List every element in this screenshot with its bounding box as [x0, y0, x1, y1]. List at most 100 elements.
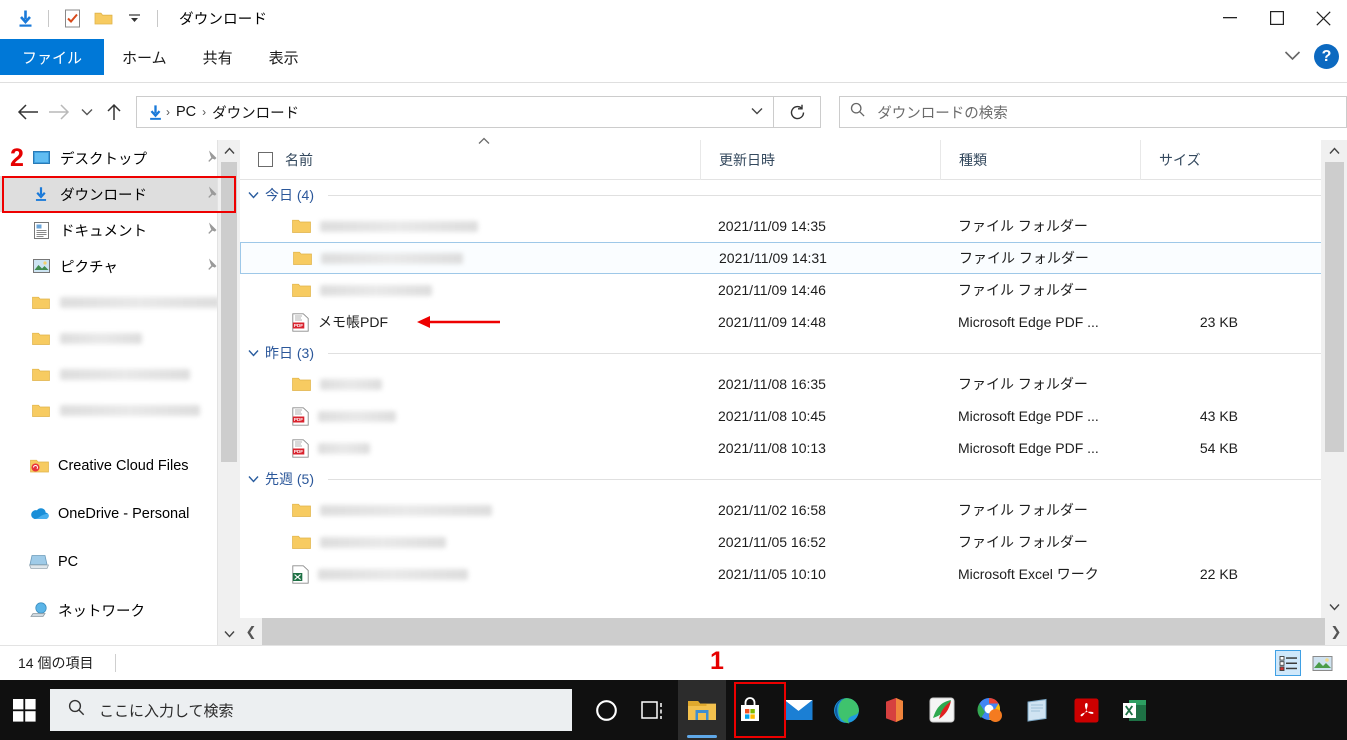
- pin-icon[interactable]: [204, 257, 218, 275]
- search-box[interactable]: ダウンロードの検索: [839, 96, 1347, 128]
- column-header-size[interactable]: サイズ: [1140, 139, 1280, 180]
- sidebar-item-label: ピクチャ: [60, 259, 118, 276]
- tab-home[interactable]: ホーム: [104, 40, 185, 75]
- sidebar-item-pc[interactable]: PC: [0, 538, 240, 586]
- sidebar-item-ネットワーク[interactable]: ネットワーク: [0, 586, 240, 634]
- file-explorer-icon[interactable]: [678, 680, 726, 740]
- nav-scrollbar[interactable]: [218, 140, 240, 645]
- creative-cloud-icon: [28, 456, 50, 476]
- pdf-icon: PDF: [292, 438, 309, 458]
- nav-scroll-thumb[interactable]: [221, 162, 237, 462]
- nav-scroll-up-icon[interactable]: [218, 140, 240, 162]
- cortana-icon[interactable]: [582, 680, 630, 740]
- sidebar-item-blurred-4[interactable]: [0, 284, 240, 320]
- table-row[interactable]: 2021/11/09 14:46 ファイル フォルダー: [240, 274, 1347, 306]
- mail-icon[interactable]: [774, 680, 822, 740]
- address-dropdown-icon[interactable]: [751, 105, 767, 119]
- sidebar-item-label: Creative Cloud Files: [58, 458, 189, 474]
- google-chrome-icon[interactable]: [966, 680, 1014, 740]
- tab-view[interactable]: 表示: [251, 40, 317, 75]
- column-header-name[interactable]: 名前: [240, 137, 700, 180]
- sidebar-item-creative-cloud-files[interactable]: Creative Cloud Files: [0, 442, 240, 490]
- forward-button[interactable]: [43, 96, 74, 128]
- microsoft-edge-icon[interactable]: [822, 680, 870, 740]
- cell-size: [1140, 368, 1280, 400]
- hscroll-right-icon[interactable]: ❯: [1325, 618, 1347, 645]
- file-name-redacted: [321, 252, 463, 264]
- file-list-hscrollbar[interactable]: ❮ ❯: [240, 618, 1347, 645]
- microsoft-store-icon[interactable]: [726, 680, 774, 740]
- taskbar-search-box[interactable]: ここに入力して検索: [50, 689, 572, 731]
- details-view-icon[interactable]: [1275, 650, 1301, 676]
- adobe-acrobat-icon[interactable]: [1062, 680, 1110, 740]
- sticky-notes-icon[interactable]: [1014, 680, 1062, 740]
- table-row[interactable]: PDF 2021/11/08 10:45 Microsoft Edge PDF ..…: [240, 400, 1347, 432]
- chevron-down-icon[interactable]: [248, 346, 259, 360]
- new-folder-icon[interactable]: [92, 7, 114, 29]
- refresh-button[interactable]: [774, 96, 822, 128]
- breadcrumb-pc[interactable]: PC: [172, 104, 200, 120]
- colorful-app-icon[interactable]: [918, 680, 966, 740]
- file-list-scrollbar[interactable]: [1321, 140, 1347, 618]
- hscroll-thumb[interactable]: [262, 618, 1325, 645]
- folder-icon: [292, 502, 311, 518]
- group-header[interactable]: 今日 (4): [240, 180, 1347, 210]
- microsoft-excel-icon[interactable]: [1110, 680, 1158, 740]
- sidebar-item-ピクチャ[interactable]: ピクチャ: [0, 248, 240, 284]
- folder-icon: [30, 364, 52, 384]
- download-arrow-icon[interactable]: [14, 7, 36, 29]
- column-header-date[interactable]: 更新日時: [700, 139, 940, 180]
- maximize-button[interactable]: [1253, 0, 1300, 36]
- checkbox-properties-icon[interactable]: [61, 7, 83, 29]
- tab-share[interactable]: 共有: [185, 40, 251, 75]
- sidebar-item-blurred-6[interactable]: [0, 356, 240, 392]
- list-scroll-down-icon[interactable]: [1321, 596, 1347, 618]
- table-row[interactable]: 2021/11/09 14:35 ファイル フォルダー: [240, 210, 1347, 242]
- sidebar-item-onedrive---personal[interactable]: OneDrive - Personal: [0, 490, 240, 538]
- sidebar-item-ドキュメント[interactable]: ドキュメント: [0, 212, 240, 248]
- recent-locations-button[interactable]: [75, 96, 99, 128]
- nav-scroll-down-icon[interactable]: [218, 623, 240, 645]
- pin-icon[interactable]: [204, 185, 218, 203]
- select-all-checkbox[interactable]: [258, 152, 273, 167]
- back-button[interactable]: [12, 96, 43, 128]
- group-header[interactable]: 昨日 (3): [240, 338, 1347, 368]
- active-indicator: [687, 735, 717, 738]
- table-row[interactable]: 2021/11/08 16:35 ファイル フォルダー: [240, 368, 1347, 400]
- table-row[interactable]: PDF 2021/11/08 10:13 Microsoft Edge PDF ..…: [240, 432, 1347, 464]
- hscroll-left-icon[interactable]: ❮: [240, 618, 262, 645]
- table-row[interactable]: 2021/11/05 10:10 Microsoft Excel ワーク 22 KB: [240, 558, 1347, 590]
- cell-type: ファイル フォルダー: [958, 218, 1088, 234]
- pin-icon[interactable]: [204, 221, 218, 239]
- group-header[interactable]: 先週 (5): [240, 464, 1347, 494]
- table-row[interactable]: 2021/11/09 14:31 ファイル フォルダー: [240, 242, 1347, 274]
- sidebar-item-blurred-7[interactable]: [0, 392, 240, 428]
- table-row[interactable]: 2021/11/05 16:52 ファイル フォルダー: [240, 526, 1347, 558]
- tab-file[interactable]: ファイル: [0, 39, 105, 75]
- pin-icon[interactable]: [204, 149, 218, 167]
- large-icons-view-icon[interactable]: [1309, 650, 1335, 676]
- chevron-down-icon[interactable]: [248, 472, 259, 486]
- list-scroll-thumb[interactable]: [1325, 162, 1344, 452]
- breadcrumb-downloads[interactable]: ダウンロード: [208, 102, 303, 123]
- minimize-button[interactable]: [1206, 0, 1253, 36]
- table-row[interactable]: 2021/11/02 16:58 ファイル フォルダー: [240, 494, 1347, 526]
- pdf-icon: PDF: [292, 312, 309, 332]
- help-button[interactable]: ?: [1314, 44, 1339, 69]
- column-header-type[interactable]: 種類: [940, 139, 1140, 180]
- close-button[interactable]: [1300, 0, 1347, 36]
- chevron-down-icon[interactable]: [1284, 48, 1301, 66]
- breadcrumb-download-icon: [143, 104, 164, 121]
- windows-start-icon[interactable]: [0, 680, 48, 740]
- list-scroll-up-icon[interactable]: [1321, 140, 1347, 162]
- customize-dropdown-icon[interactable]: [123, 7, 145, 29]
- task-view-icon[interactable]: [630, 680, 678, 740]
- chevron-down-icon[interactable]: [248, 188, 259, 202]
- table-row[interactable]: PDF メモ帳PDF 2021/11/09 14:48 Microsoft Edge …: [240, 306, 1347, 338]
- sidebar-item-blurred-5[interactable]: [0, 320, 240, 356]
- address-breadcrumb-box[interactable]: › PC › ダウンロード: [136, 96, 774, 128]
- sidebar-item-ダウンロード[interactable]: ダウンロード: [0, 176, 240, 212]
- sidebar-item-デスクトップ[interactable]: デスクトップ: [0, 140, 240, 176]
- microsoft-office-icon[interactable]: [870, 680, 918, 740]
- up-button[interactable]: [99, 96, 130, 128]
